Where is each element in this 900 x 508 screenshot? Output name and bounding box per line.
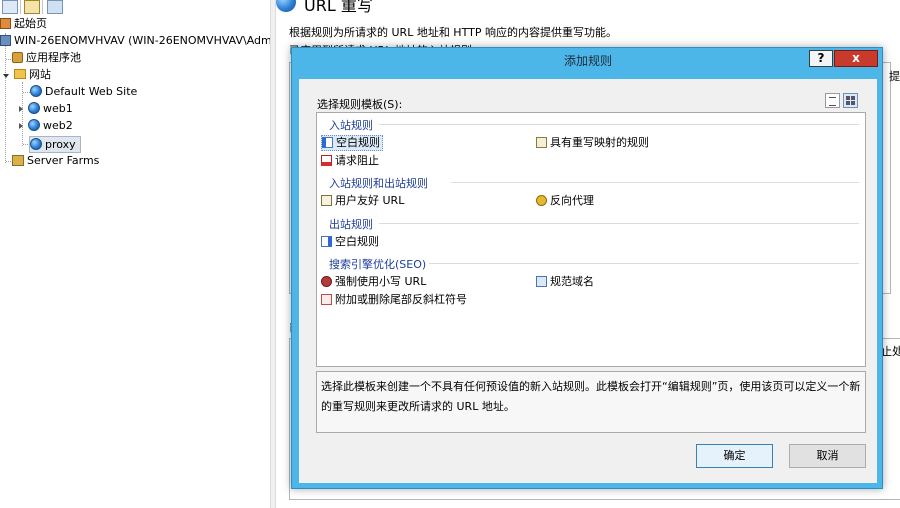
- template-description: 选择此模板来创建一个不具有任何预设值的新入站规则。此模板会打开“编辑规则”页，使…: [316, 371, 866, 433]
- globe-icon: [28, 119, 40, 131]
- grid-header-fragment: 止处: [881, 345, 900, 358]
- connections-pane: 起始页 WIN-26ENOMVHVAV (WIN-26ENOMVHVAV\Adm…: [0, 0, 270, 508]
- group-inbound-outbound-rules: 入站规则和出站规则: [329, 177, 428, 190]
- template-canonical-domain-name[interactable]: 规范域名: [536, 274, 594, 290]
- group-outbound-rules: 出站规则: [329, 218, 373, 231]
- tree-item-start-page[interactable]: 起始页: [0, 15, 47, 32]
- template-request-blocking[interactable]: 请求阻止: [321, 153, 379, 169]
- toolbar-separator: [42, 0, 43, 14]
- grid-header-fragment: 提: [889, 70, 900, 83]
- app-pool-icon: [12, 52, 23, 63]
- start-page-icon: [0, 18, 11, 29]
- tree-item-web2[interactable]: web2: [19, 117, 73, 134]
- page-title: URL 重写: [304, 0, 373, 15]
- ok-button[interactable]: 确定: [696, 444, 773, 468]
- reverse-proxy-icon: [536, 195, 547, 206]
- template-user-friendly-url[interactable]: 用户友好 URL: [321, 193, 404, 209]
- list-view-button[interactable]: [825, 93, 840, 108]
- trailing-slash-icon: [321, 294, 332, 305]
- template-enforce-lowercase-url[interactable]: 强制使用小写 URL: [321, 274, 426, 290]
- tree-item-default-web-site[interactable]: Default Web Site: [30, 83, 137, 100]
- lowercase-url-icon: [321, 276, 332, 287]
- friendly-url-icon: [321, 195, 332, 206]
- create-connection-icon[interactable]: [24, 0, 40, 14]
- template-blank-outbound-rule[interactable]: 空白规则: [321, 234, 379, 250]
- page-description: 根据规则为所请求的 URL 地址和 HTTP 响应的内容提供重写功能。: [289, 26, 617, 39]
- tree-guide-line: [5, 33, 6, 163]
- dialog-body: 选择规则模板(S): 入站规则 空白规则 具有重写映射的规则 请求阻止 入站规则…: [299, 79, 877, 483]
- help-button[interactable]: ?: [809, 50, 833, 67]
- tree-guide-line: [23, 92, 30, 93]
- globe-icon: [30, 138, 42, 150]
- rewrite-map-icon: [536, 137, 547, 148]
- connect-icon[interactable]: [47, 0, 63, 14]
- tree-item-app-pools[interactable]: 应用程序池: [12, 49, 81, 66]
- group-divider: [429, 263, 859, 264]
- list-view-icon: [829, 97, 836, 106]
- tile-view-icon: [846, 96, 855, 105]
- template-reverse-proxy[interactable]: 反向代理: [536, 193, 594, 209]
- chevron-down-icon[interactable]: [3, 74, 9, 78]
- template-trailing-slash[interactable]: 附加或删除尾部反斜杠符号: [321, 292, 467, 308]
- group-divider: [379, 223, 859, 224]
- blank-rule-icon: [322, 137, 333, 148]
- template-blank-inbound-rule[interactable]: 空白规则: [321, 135, 383, 151]
- globe-icon: [28, 102, 40, 114]
- url-rewrite-globe-icon: [276, 0, 296, 12]
- tree-item-server[interactable]: WIN-26ENOMVHVAV (WIN-26ENOMVHVAV\Admin: [0, 32, 270, 49]
- add-rule-dialog: 添加规则 ? x 选择规则模板(S): 入站规则 空白规则 具有重写映射的规则 …: [291, 47, 883, 489]
- server-icon: [0, 35, 11, 46]
- group-divider: [451, 182, 859, 183]
- blank-outbound-rule-icon: [321, 236, 332, 247]
- tree-item-server-farms[interactable]: Server Farms: [12, 152, 99, 169]
- tile-view-button[interactable]: [843, 93, 858, 108]
- tree-item-sites[interactable]: 网站: [3, 66, 51, 83]
- server-farm-icon: [12, 155, 24, 166]
- group-inbound-rules: 入站规则: [329, 119, 373, 132]
- connections-toolbar: [0, 0, 270, 16]
- dialog-title: 添加规则: [563, 54, 612, 68]
- toolbar-separator: [20, 0, 21, 14]
- chevron-right-icon[interactable]: [19, 106, 23, 112]
- folder-icon: [14, 69, 26, 79]
- canonical-domain-icon: [536, 276, 547, 287]
- group-divider: [379, 124, 859, 125]
- request-block-icon: [321, 155, 332, 166]
- template-rule-with-rewrite-map[interactable]: 具有重写映射的规则: [536, 135, 649, 151]
- rule-template-list[interactable]: 入站规则 空白规则 具有重写映射的规则 请求阻止 入站规则和出站规则 用户友好 …: [316, 112, 866, 367]
- globe-icon: [30, 85, 42, 97]
- chevron-right-icon[interactable]: [19, 123, 23, 129]
- close-button[interactable]: x: [834, 50, 878, 67]
- save-connections-icon[interactable]: [2, 0, 18, 14]
- cancel-button[interactable]: 取消: [789, 444, 866, 468]
- template-label: 选择规则模板(S):: [317, 98, 403, 111]
- tree-item-web1[interactable]: web1: [19, 100, 73, 117]
- tree-item-proxy[interactable]: proxy: [29, 136, 81, 153]
- group-seo: 搜索引擎优化(SEO): [329, 258, 427, 271]
